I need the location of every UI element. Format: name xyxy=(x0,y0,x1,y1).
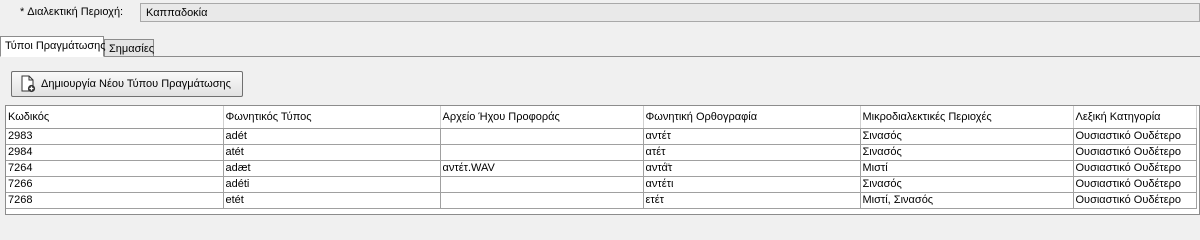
dialect-region-field[interactable]: Καππαδοκία xyxy=(140,3,1200,22)
cell-micro-dialect-areas: Σινασός xyxy=(860,128,1074,145)
required-mark: * xyxy=(20,6,25,18)
cell-lexical-category: Ουσιαστικό Ουδέτερο xyxy=(1073,192,1197,209)
cell-micro-dialect-areas: Μιστί xyxy=(860,160,1074,177)
cell-phonetic-orthography: αντά̈τ xyxy=(643,160,861,177)
table-row[interactable]: 2983 adét αντέτ Σινασός Ουσιαστικό Ουδέτ… xyxy=(6,128,1197,145)
column-header-audio-file[interactable]: Αρχείο Ήχου Προφοράς xyxy=(440,106,644,129)
tab-panel: Δημιουργία Νέου Τύπου Πραγμάτωσης Κωδικό… xyxy=(0,57,1200,217)
cell-phonetic-type: etét xyxy=(223,192,441,209)
form-window: * Διαλεκτική Περιοχή: Καππαδοκία Τύποι Πρ… xyxy=(0,0,1200,217)
cell-audio-file xyxy=(440,128,644,145)
cell-code: 7266 xyxy=(6,176,224,193)
cell-audio-file[interactable]: αντέτ.WAV xyxy=(440,160,644,177)
cell-lexical-category: Ουσιαστικό Ουδέτερο xyxy=(1073,144,1197,161)
cell-phonetic-type: adæt xyxy=(223,160,441,177)
realization-types-table[interactable]: Κωδικός Φωνητικός Τύπος Αρχείο Ήχου Προφ… xyxy=(5,105,1200,215)
cell-phonetic-orthography: αντέτι xyxy=(643,176,861,193)
cell-micro-dialect-areas: Σινασός xyxy=(860,176,1074,193)
tab-realization-types[interactable]: Τύποι Πραγμάτωσης xyxy=(0,36,106,57)
create-button-label: Δημιουργία Νέου Τύπου Πραγμάτωσης xyxy=(41,78,231,90)
dialect-region-label: * Διαλεκτική Περιοχή: xyxy=(20,6,124,18)
table-row[interactable]: 2984 atét ατέτ Σινασός Ουσιαστικό Ουδέτε… xyxy=(6,144,1197,161)
table-row[interactable]: 7268 etét ετέτ Μιστί, Σινασός Ουσιαστικό… xyxy=(6,192,1197,209)
cell-micro-dialect-areas: Μιστί, Σινασός xyxy=(860,192,1074,209)
cell-lexical-category: Ουσιαστικό Ουδέτερο xyxy=(1073,160,1197,177)
cell-code: 7264 xyxy=(6,160,224,177)
cell-micro-dialect-areas: Σινασός xyxy=(860,144,1074,161)
cell-phonetic-orthography: ετέτ xyxy=(643,192,861,209)
cell-phonetic-orthography: ατέτ xyxy=(643,144,861,161)
cell-lexical-category: Ουσιαστικό Ουδέτερο xyxy=(1073,128,1197,145)
cell-phonetic-type: atét xyxy=(223,144,441,161)
column-header-phonetic-type[interactable]: Φωνητικός Τύπος xyxy=(223,106,441,129)
table-header-row: Κωδικός Φωνητικός Τύπος Αρχείο Ήχου Προφ… xyxy=(6,106,1197,129)
new-document-icon xyxy=(21,75,36,93)
tab-bar: Τύποι Πραγμάτωσης Σημασίες xyxy=(0,36,1200,57)
cell-code: 2983 xyxy=(6,128,224,145)
cell-audio-file xyxy=(440,176,644,193)
create-realization-type-button[interactable]: Δημιουργία Νέου Τύπου Πραγμάτωσης xyxy=(11,71,243,97)
table-row[interactable]: 7264 adæt αντέτ.WAV αντά̈τ Μιστί Ουσιαστ… xyxy=(6,160,1197,177)
cell-code: 2984 xyxy=(6,144,224,161)
tab-meanings[interactable]: Σημασίες xyxy=(104,39,154,57)
cell-audio-file xyxy=(440,144,644,161)
cell-code: 7268 xyxy=(6,192,224,209)
cell-lexical-category: Ουσιαστικό Ουδέτερο xyxy=(1073,176,1197,193)
cell-phonetic-type: adét xyxy=(223,128,441,145)
column-header-lexical-category[interactable]: Λεξική Κατηγορία xyxy=(1073,106,1197,129)
cell-audio-file xyxy=(440,192,644,209)
dialect-region-row: * Διαλεκτική Περιοχή: Καππαδοκία xyxy=(0,0,1200,26)
column-header-micro-dialect-areas[interactable]: Μικροδιαλεκτικές Περιοχές xyxy=(860,106,1074,129)
table-row[interactable]: 7266 adéti αντέτι Σινασός Ουσιαστικό Ουδ… xyxy=(6,176,1197,193)
column-header-code[interactable]: Κωδικός xyxy=(6,106,224,129)
cell-phonetic-orthography: αντέτ xyxy=(643,128,861,145)
column-header-phonetic-orthography[interactable]: Φωνητική Ορθογραφία xyxy=(643,106,861,129)
cell-phonetic-type: adéti xyxy=(223,176,441,193)
